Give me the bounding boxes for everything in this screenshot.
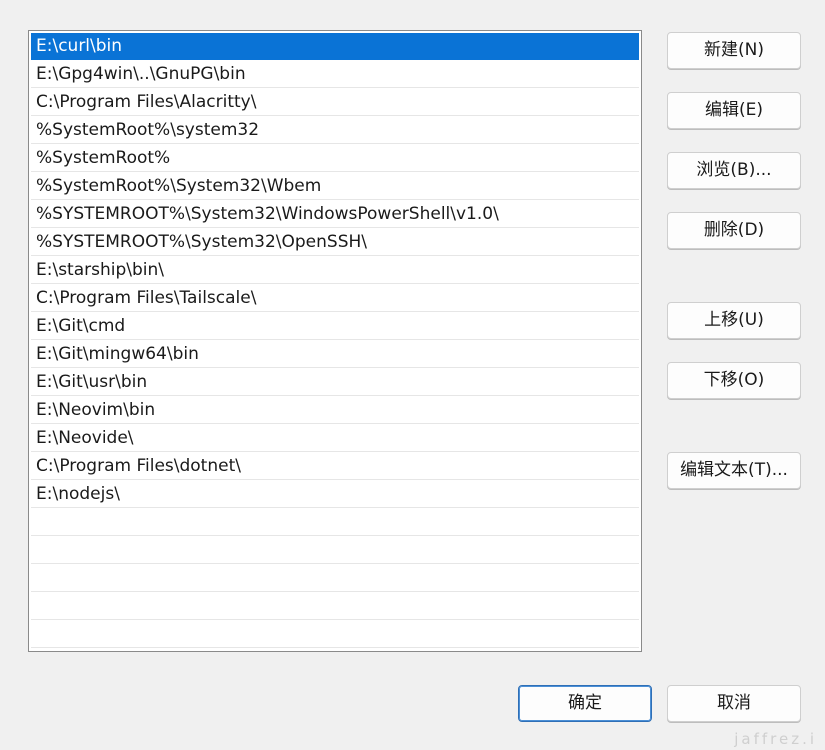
move-down-button[interactable]: 下移(O)	[667, 362, 801, 399]
ok-button[interactable]: 确定	[518, 685, 652, 722]
path-list-item[interactable]: C:\Program Files\dotnet\	[31, 453, 639, 480]
path-list-empty-row[interactable]	[31, 509, 639, 536]
edit-button[interactable]: 编辑(E)	[667, 92, 801, 129]
path-list-item[interactable]: C:\Program Files\Alacritty\	[31, 89, 639, 116]
path-list-item[interactable]: E:\curl\bin	[31, 33, 639, 60]
delete-button[interactable]: 删除(D)	[667, 212, 801, 249]
path-list[interactable]: E:\curl\bin E:\Gpg4win\..\GnuPG\bin C:\P…	[28, 30, 642, 652]
cancel-button[interactable]: 取消	[667, 685, 801, 722]
path-list-item[interactable]: E:\nodejs\	[31, 481, 639, 508]
path-list-item[interactable]: %SystemRoot%\System32\Wbem	[31, 173, 639, 200]
path-list-empty-row[interactable]	[31, 621, 639, 648]
move-up-button[interactable]: 上移(U)	[667, 302, 801, 339]
path-list-item[interactable]: %SYSTEMROOT%\System32\OpenSSH\	[31, 229, 639, 256]
path-list-item[interactable]: E:\Git\usr\bin	[31, 369, 639, 396]
path-list-empty-row[interactable]	[31, 565, 639, 592]
browse-button[interactable]: 浏览(B)...	[667, 152, 801, 189]
path-list-item[interactable]: E:\Neovide\	[31, 425, 639, 452]
path-list-item[interactable]: %SystemRoot%	[31, 145, 639, 172]
watermark: jaffrez.i	[734, 730, 817, 748]
path-list-empty-row[interactable]	[31, 593, 639, 620]
path-list-empty-row[interactable]	[31, 537, 639, 564]
path-list-item[interactable]: E:\Git\mingw64\bin	[31, 341, 639, 368]
path-list-item[interactable]: %SYSTEMROOT%\System32\WindowsPowerShell\…	[31, 201, 639, 228]
path-list-item[interactable]: E:\starship\bin\	[31, 257, 639, 284]
edit-environment-variable-dialog: E:\curl\bin E:\Gpg4win\..\GnuPG\bin C:\P…	[0, 0, 825, 750]
edit-text-button[interactable]: 编辑文本(T)...	[667, 452, 801, 489]
path-list-item[interactable]: %SystemRoot%\system32	[31, 117, 639, 144]
new-button[interactable]: 新建(N)	[667, 32, 801, 69]
path-list-item[interactable]: E:\Neovim\bin	[31, 397, 639, 424]
path-list-item[interactable]: E:\Gpg4win\..\GnuPG\bin	[31, 61, 639, 88]
path-list-item[interactable]: E:\Git\cmd	[31, 313, 639, 340]
path-list-item[interactable]: C:\Program Files\Tailscale\	[31, 285, 639, 312]
